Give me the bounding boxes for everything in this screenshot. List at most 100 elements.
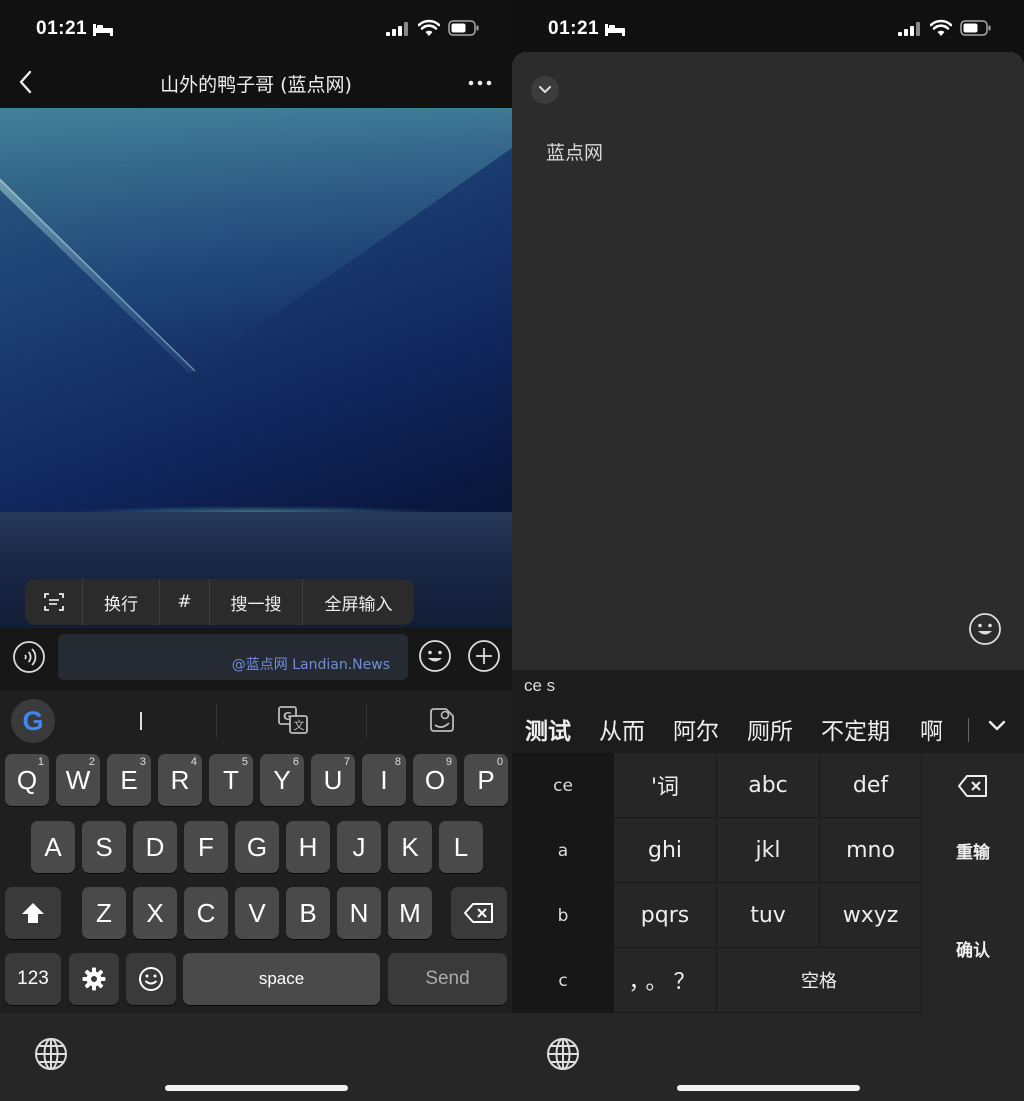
key-h[interactable]: H <box>286 821 330 873</box>
key-label: T <box>223 764 239 795</box>
home-indicator <box>165 1085 348 1091</box>
key-ghi[interactable]: ghi <box>614 818 717 883</box>
backspace-key[interactable] <box>451 887 507 939</box>
voice-input-icon[interactable] <box>12 640 46 674</box>
more-options-icon[interactable] <box>468 80 492 86</box>
key-r[interactable]: 4R <box>158 754 202 806</box>
scan-icon <box>43 593 64 611</box>
syllable-option[interactable]: a <box>512 818 614 883</box>
numbers-key[interactable]: 123 <box>5 953 61 1005</box>
key-i[interactable]: 8I <box>362 754 406 806</box>
key-number-hint: 8 <box>394 756 401 768</box>
google-logo-button[interactable]: G <box>11 699 55 743</box>
chat-background-wallpaper <box>0 108 512 628</box>
emoji-icon[interactable] <box>418 639 452 673</box>
candidate-word[interactable]: 测试 <box>525 712 571 746</box>
key-u[interactable]: 7U <box>311 754 355 806</box>
key-x[interactable]: X <box>133 887 177 939</box>
key-y[interactable]: 6Y <box>260 754 304 806</box>
emoji-icon[interactable] <box>968 612 1002 646</box>
candidate-word[interactable]: 不定期 <box>821 712 890 746</box>
key-abc[interactable]: abc <box>717 753 820 818</box>
space-key[interactable]: space <box>183 953 380 1005</box>
keyboard-bottom-bar <box>0 1013 512 1101</box>
collapse-button[interactable] <box>531 76 559 104</box>
expand-candidates-chevron-icon[interactable] <box>988 720 1006 732</box>
key-ci-word[interactable]: '词 <box>614 753 717 818</box>
key-c[interactable]: C <box>184 887 228 939</box>
key-l[interactable]: L <box>439 821 483 873</box>
pinyin-composition: ce s <box>524 676 556 695</box>
key-label: E <box>120 764 138 795</box>
translate-icon[interactable]: G文 <box>278 706 308 734</box>
key-t[interactable]: 5T <box>209 754 253 806</box>
punctuation-key[interactable]: ，。？ <box>614 948 717 1013</box>
key-s[interactable]: S <box>82 821 126 873</box>
input-popup-menu: 换行 # 搜一搜 全屏输入 <box>25 579 414 625</box>
status-time: 01:21 <box>548 18 600 39</box>
pinyin-nine-key-keyboard: ce s 测试 从而 阿尔 厕所 不定期 啊 ce a b c '词 abc d… <box>512 670 1024 1013</box>
newline-button[interactable]: 换行 <box>83 579 160 625</box>
fullscreen-input-text[interactable]: 蓝点网 <box>546 138 603 165</box>
retype-key[interactable]: 重输 <box>922 818 1024 883</box>
key-jkl[interactable]: jkl <box>717 818 820 883</box>
key-w[interactable]: 2W <box>56 754 100 806</box>
search-button[interactable]: 搜一搜 <box>210 579 303 625</box>
settings-key[interactable] <box>69 953 119 1005</box>
key-label: Y <box>273 764 291 795</box>
key-d[interactable]: D <box>133 821 177 873</box>
key-m[interactable]: M <box>388 887 432 939</box>
hashtag-button[interactable]: # <box>160 579 210 625</box>
space-key[interactable]: 空格 <box>717 948 922 1013</box>
key-g[interactable]: G <box>235 821 279 873</box>
key-wxyz[interactable]: wxyz <box>820 883 922 948</box>
key-e[interactable]: 3E <box>107 754 151 806</box>
chat-input-bar: @蓝点网 Landian.News <box>0 628 512 690</box>
key-n[interactable]: N <box>337 887 381 939</box>
fullscreen-input-button[interactable]: 全屏输入 <box>303 579 414 625</box>
send-key[interactable]: Send <box>388 953 507 1005</box>
key-o[interactable]: 9O <box>413 754 457 806</box>
text-cursor-icon <box>140 712 142 730</box>
key-p[interactable]: 0P <box>464 754 508 806</box>
key-tuv[interactable]: tuv <box>717 883 820 948</box>
globe-icon[interactable] <box>34 1037 68 1071</box>
key-def[interactable]: def <box>820 753 922 818</box>
globe-icon[interactable] <box>546 1037 580 1071</box>
candidate-word[interactable]: 阿尔 <box>673 712 719 746</box>
scan-text-button[interactable] <box>25 579 83 625</box>
message-input[interactable]: @蓝点网 Landian.News <box>58 634 408 680</box>
key-pqrs[interactable]: pqrs <box>614 883 717 948</box>
key-mno[interactable]: mno <box>820 818 922 883</box>
syllable-option[interactable]: c <box>512 948 614 1013</box>
confirm-key[interactable]: 确认 <box>922 883 1024 1013</box>
key-number-hint: 4 <box>190 756 197 768</box>
wifi-icon <box>930 19 952 36</box>
key-a[interactable]: A <box>31 821 75 873</box>
key-number-hint: 1 <box>37 756 44 768</box>
keyboard-bottom-bar <box>512 1013 1024 1101</box>
syllable-option[interactable]: ce <box>512 753 614 818</box>
syllable-option[interactable]: b <box>512 883 614 948</box>
key-k[interactable]: K <box>388 821 432 873</box>
key-number-hint: 5 <box>241 756 248 768</box>
backspace-key[interactable] <box>922 753 1024 818</box>
more-functions-plus-icon[interactable] <box>467 639 501 673</box>
key-z[interactable]: Z <box>82 887 126 939</box>
key-f[interactable]: F <box>184 821 228 873</box>
shift-key[interactable] <box>5 887 61 939</box>
candidate-word[interactable]: 啊 <box>920 712 943 746</box>
chat-header: 山外的鸭子哥 (蓝点网) <box>0 56 512 108</box>
key-number-hint: 2 <box>88 756 95 768</box>
key-j[interactable]: J <box>337 821 381 873</box>
candidate-word[interactable]: 从而 <box>599 712 645 746</box>
fullscreen-input-sheet: 蓝点网 <box>512 52 1024 670</box>
candidate-word[interactable]: 厕所 <box>747 712 793 746</box>
key-b[interactable]: B <box>286 887 330 939</box>
sticker-icon[interactable] <box>428 706 456 734</box>
key-q[interactable]: 1Q <box>5 754 49 806</box>
chat-title: 山外的鸭子哥 (蓝点网) <box>160 74 352 96</box>
emoji-key[interactable] <box>126 953 176 1005</box>
key-label: Q <box>16 764 38 795</box>
key-v[interactable]: V <box>235 887 279 939</box>
